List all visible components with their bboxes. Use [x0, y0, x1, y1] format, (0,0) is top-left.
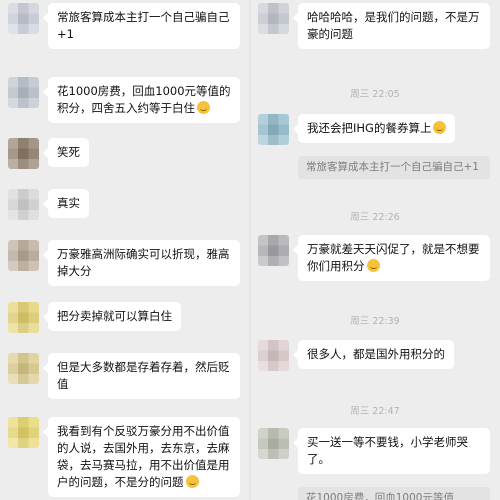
message-text: 常旅客算成本主打一个自己骗自己+1	[57, 10, 230, 41]
chat-column-left: 常旅客算成本主打一个自己骗自己+1 花1000房费，回血1000元等值的积分，四…	[0, 0, 250, 500]
message-text: 哈哈哈哈，是我们的问题，不是万豪的问题	[307, 10, 480, 41]
message-bubble[interactable]: 真实	[43, 189, 89, 218]
message-text: 把分卖掉就可以算白住	[57, 309, 172, 323]
message-text: 但是大多数都是存着存着，然后贬值	[57, 360, 230, 391]
thinking-face-icon	[197, 101, 210, 114]
message-bubble[interactable]: 常旅客算成本主打一个自己骗自己+1	[43, 3, 240, 49]
message-text: 万豪就差天天闪促了，就是不想要你们用积分	[307, 242, 480, 273]
message-bubble[interactable]: 万豪雅高洲际确实可以折现，雅高掉大分	[43, 240, 240, 286]
avatar[interactable]	[8, 240, 39, 271]
message-bubble[interactable]: 笑死	[43, 138, 89, 167]
message-bubble[interactable]: 很多人，都是国外用积分的	[293, 340, 454, 369]
timestamp: 周三 22:26	[350, 212, 400, 223]
avatar[interactable]	[8, 3, 39, 34]
avatar[interactable]	[8, 77, 39, 108]
message-bubble[interactable]: 把分卖掉就可以算白住	[43, 302, 181, 331]
avatar[interactable]	[258, 3, 289, 34]
message-bubble[interactable]: 我还会把IHG的餐券算上	[292, 114, 456, 143]
avatar[interactable]	[258, 428, 289, 459]
message-bubble[interactable]: 万豪就差天天闪促了，就是不想要你们用积分	[293, 235, 490, 281]
message-text: 我看到有个反驳万豪分用不出价值的人说，去国外用，去东京，去麻袋，去马赛马拉，用不…	[57, 424, 230, 489]
chat-column-right: 哈哈哈哈，是我们的问题，不是万豪的问题 周三 22:05 我还会把IHG的餐券算…	[250, 0, 500, 500]
grinning-sweat-face-icon	[366, 259, 380, 272]
grimacing-face-icon	[433, 121, 447, 134]
avatar[interactable]	[8, 353, 39, 384]
quoted-text: 花1000房费，回血1000元等值	[306, 492, 454, 500]
message-text: 买一送一等不要钱，小学老师哭了。	[307, 435, 468, 466]
avatar[interactable]	[258, 114, 289, 145]
message-bubble[interactable]: 买一送一等不要钱，小学老师哭了。	[293, 428, 490, 474]
message-bubble[interactable]: 但是大多数都是存着存着，然后贬值	[43, 353, 240, 399]
timestamp: 周三 22:47	[350, 406, 400, 417]
avatar[interactable]	[8, 138, 39, 169]
message-bubble[interactable]: 我看到有个反驳万豪分用不出价值的人说，去国外用，去东京，去麻袋，去马赛马拉，用不…	[43, 417, 240, 497]
message-bubble[interactable]: 哈哈哈哈，是我们的问题，不是万豪的问题	[293, 3, 490, 49]
timestamp: 周三 22:39	[350, 316, 400, 327]
avatar[interactable]	[258, 235, 289, 266]
avatar[interactable]	[258, 340, 289, 371]
message-text: 万豪雅高洲际确实可以折现，雅高掉大分	[57, 247, 230, 278]
message-text: 笑死	[57, 145, 80, 159]
message-bubble[interactable]: 花1000房费，回血1000元等值的积分，四舍五入约等于白住	[43, 77, 240, 123]
message-text: 真实	[57, 196, 80, 210]
avatar[interactable]	[8, 189, 39, 220]
quoted-message[interactable]: 常旅客算成本主打一个自己骗自己+1	[298, 156, 490, 179]
quoted-text: 常旅客算成本主打一个自己骗自己+1	[306, 161, 479, 173]
message-text: 我还会把IHG的餐券算上	[307, 121, 432, 135]
message-text: 很多人，都是国外用积分的	[307, 347, 445, 361]
timestamp: 周三 22:05	[350, 89, 400, 100]
avatar[interactable]	[8, 302, 39, 333]
quoted-message[interactable]: 花1000房费，回血1000元等值	[298, 487, 490, 500]
grimacing-face-icon	[185, 475, 199, 488]
avatar[interactable]	[8, 417, 39, 448]
